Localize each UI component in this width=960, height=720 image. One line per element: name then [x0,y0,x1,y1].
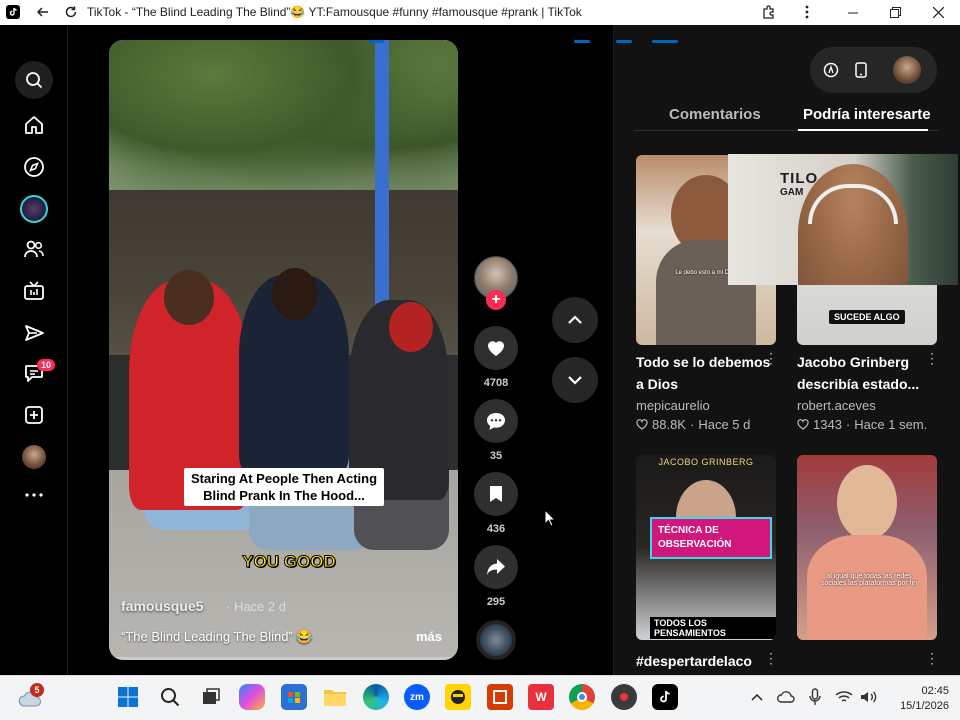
comment-count: 35 [489,450,503,462]
edge-icon[interactable] [363,684,389,710]
reload-icon[interactable] [63,4,79,20]
video-progress-bar[interactable] [109,657,458,660]
share-icon [474,545,518,589]
like-button[interactable]: 4708 [474,326,518,389]
video-date: · Hace 2 d [226,599,286,614]
follow-button[interactable]: + [486,290,506,310]
recommended-video-thumbnail[interactable]: JACOBO GRINBERG TÉCNICA DE OBSERVACIÓN T… [636,455,776,640]
heart-outline-icon [636,419,648,430]
file-explorer-icon[interactable] [322,684,348,710]
more-icon[interactable] [18,479,50,511]
show-hidden-icons[interactable] [744,684,770,710]
chevron-down-icon [568,376,582,385]
heart-icon [474,326,518,370]
zoom-icon[interactable]: zm [404,684,430,710]
video-age: Hace 5 d [698,417,751,432]
app-avatar-icon[interactable] [445,684,471,710]
more-options-icon[interactable]: ⋮ [925,350,939,367]
previous-video-button[interactable] [552,297,598,343]
live-tv-icon[interactable] [18,275,50,307]
like-count: 88.8K [652,417,686,432]
profile-avatar[interactable] [18,441,50,473]
recommended-video-title[interactable]: Todo se lo debemos a Dios [636,351,776,395]
explore-icon[interactable] [18,151,50,183]
bookmark-icon [474,472,518,516]
recommended-video-stats: 88.8K · Hace 5 d [636,417,750,432]
recommended-video-author[interactable]: robert.aceves [797,398,876,413]
upload-icon[interactable] [18,399,50,431]
save-count: 436 [486,523,506,535]
video-player[interactable]: Staring At People Then Acting Blind Pran… [109,40,458,660]
recommended-video-title[interactable]: #despertardelaco [636,650,776,672]
home-icon[interactable] [18,109,50,141]
page-title: TikTok - “The Blind Leading The Blind”😂 … [87,5,582,19]
save-button[interactable]: 436 [474,472,518,535]
onedrive-icon[interactable] [773,684,799,710]
copilot-icon[interactable] [239,684,265,710]
recommended-video-stats: 1343 · Hace 1 sem. [797,417,927,432]
account-avatar[interactable] [893,56,921,84]
search-icon[interactable] [157,684,183,710]
video-subtitle-overlay: YOU GOOD [242,552,337,572]
chrome-icon[interactable] [569,684,595,710]
share-count: 295 [486,596,506,608]
tiktok-icon[interactable] [652,684,678,710]
recommended-video-author[interactable]: mepicaurelio [636,398,710,413]
heart-outline-icon [797,419,809,430]
task-view-icon[interactable] [198,684,224,710]
music-disc[interactable] [476,620,516,660]
tab-comments[interactable]: Comentarios [669,106,761,123]
office-icon[interactable] [487,684,513,710]
webcam-overlay: TILO GAM [728,154,958,285]
like-count: 1343 [813,417,842,432]
friends-icon[interactable] [18,233,50,265]
windows-start-icon[interactable] [115,684,141,710]
video-caption-overlay: Staring At People Then Acting Blind Pran… [184,468,384,506]
minimize-button[interactable] [833,0,873,25]
more-options-icon[interactable]: ⋮ [925,650,939,667]
share-button[interactable]: 295 [474,545,518,608]
video-description: “The Blind Leading The Blind” 😂 [121,629,313,644]
recommended-video-thumbnail[interactable]: al igual que todas las redes sociales la… [797,455,937,640]
restore-button[interactable] [875,0,915,25]
device-icon[interactable] [850,59,872,81]
comment-icon [474,399,518,443]
camera-app-icon[interactable] [611,684,637,710]
next-video-button[interactable] [552,357,598,403]
weather-badge: 5 [30,683,44,697]
video-author[interactable]: famousque5 [121,598,203,614]
tab-recommendations[interactable]: Podría interesarte [803,106,931,123]
like-count: 4708 [483,377,509,389]
wps-icon[interactable]: W [528,684,554,710]
clock-date: 15/1/2026 [900,700,949,712]
clock-time: 02:45 [921,685,949,697]
microphone-icon[interactable] [802,684,828,710]
back-arrow-icon[interactable] [35,4,51,20]
extensions-icon[interactable] [761,4,777,20]
volume-icon[interactable] [856,684,882,710]
system-clock[interactable]: 02:45 15/1/2026 [893,684,949,714]
comment-button[interactable]: 35 [474,399,518,462]
active-tab-indicator [798,129,928,131]
more-link[interactable]: más [416,629,442,644]
following-icon[interactable] [18,317,50,349]
messages-badge: 10 [37,359,56,371]
browser-menu-icon[interactable] [799,4,815,20]
search-icon[interactable] [15,61,53,99]
store-icon[interactable] [281,684,307,710]
mouse-cursor-icon [544,508,557,532]
coins-icon[interactable] [820,59,842,81]
left-nav-rail: 10 [0,25,68,675]
live-avatar[interactable] [18,193,50,225]
video-age: Hace 1 sem. [854,417,928,432]
tiktok-icon [5,4,21,20]
close-button[interactable] [918,0,958,25]
browser-titlebar: TikTok - “The Blind Leading The Blind”😂 … [0,0,960,25]
recommended-video-title[interactable]: Jacobo Grinberg describía estado... [797,351,937,395]
wifi-icon[interactable] [831,684,857,710]
more-options-icon[interactable]: ⋮ [764,650,778,667]
chevron-up-icon [568,315,582,324]
more-options-icon[interactable]: ⋮ [764,350,778,367]
